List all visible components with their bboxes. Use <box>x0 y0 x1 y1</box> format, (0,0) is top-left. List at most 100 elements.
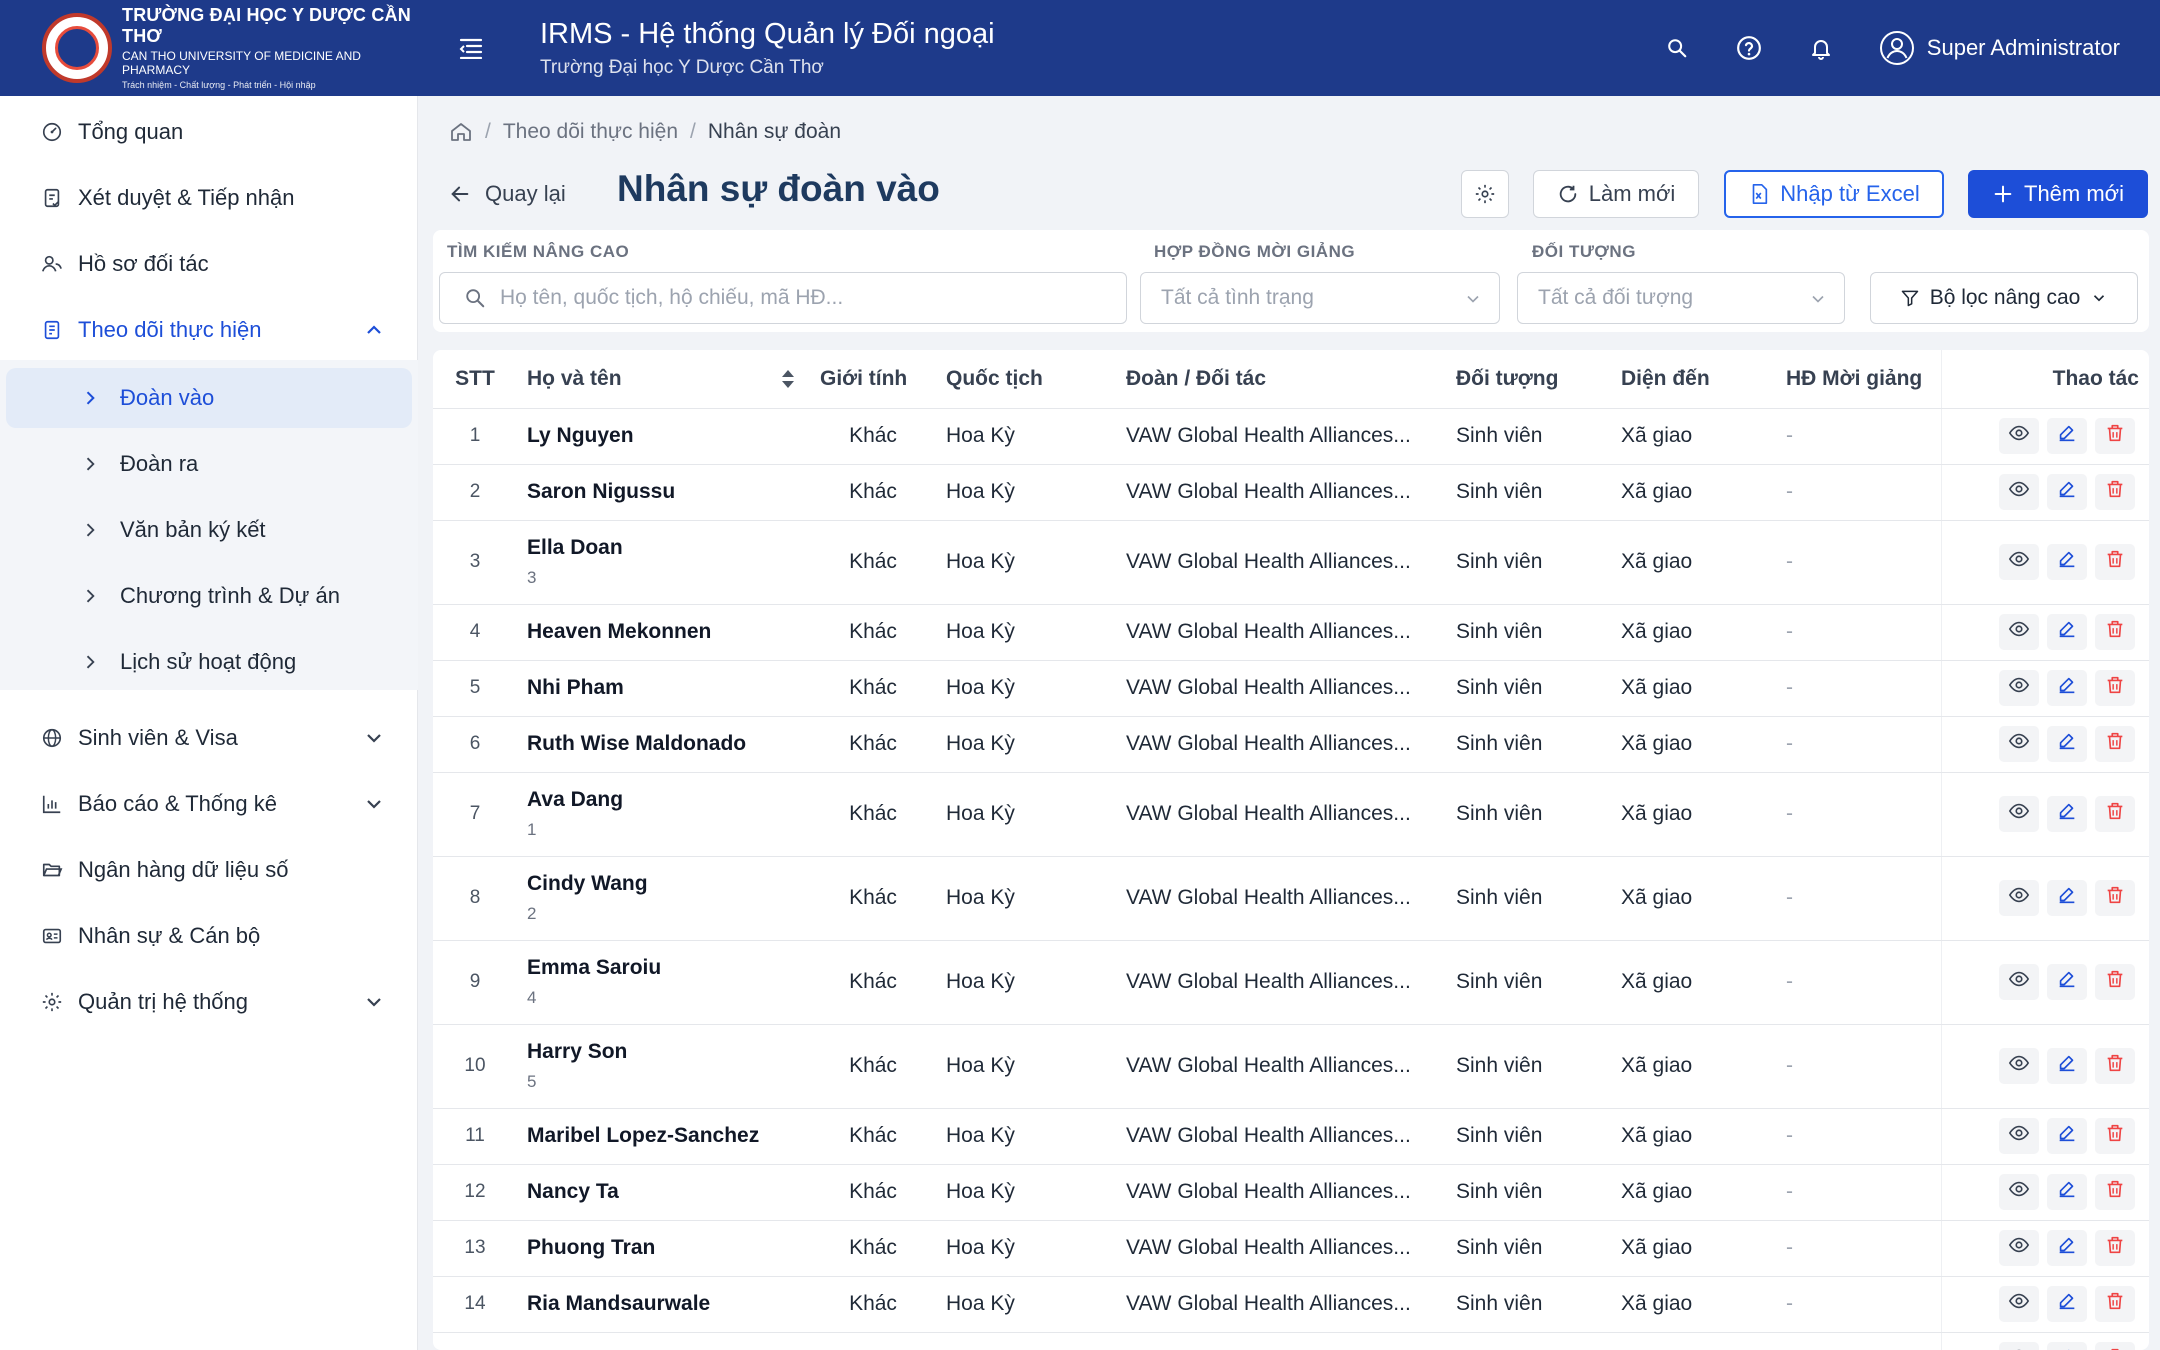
edit-button[interactable] <box>2047 474 2087 510</box>
sidebar-subitem-outgoing[interactable]: Đoàn ra <box>6 434 412 494</box>
table-row[interactable]: 4 Heaven Mekonnen Khác Hoa Kỳ VAW Global Hea… <box>433 604 2149 661</box>
import-excel-button[interactable]: Nhập từ Excel <box>1724 170 1944 218</box>
view-button[interactable] <box>1999 1230 2039 1266</box>
view-button[interactable] <box>1999 1286 2039 1322</box>
view-button[interactable] <box>1999 1174 2039 1210</box>
delete-button[interactable] <box>2095 1342 2135 1350</box>
cell-name[interactable]: Emma Saroiu 4 <box>517 940 810 1025</box>
sidebar-item-staff[interactable]: Nhân sự & Cán bộ <box>0 906 418 966</box>
column-settings-button[interactable] <box>1461 170 1509 218</box>
table-row[interactable]: 14 Ria Mandsaurwale Khác Hoa Kỳ VAW Global H… <box>433 1276 2149 1333</box>
cell-name[interactable]: Nancy Ta <box>517 1164 810 1221</box>
sidebar-item-overview[interactable]: Tổng quan <box>0 102 418 162</box>
delete-button[interactable] <box>2095 670 2135 706</box>
add-new-button[interactable]: Thêm mới <box>1968 170 2148 218</box>
view-button[interactable] <box>1999 1118 2039 1154</box>
edit-button[interactable] <box>2047 1174 2087 1210</box>
view-button[interactable] <box>1999 670 2039 706</box>
table-row[interactable]: 15Alexandria ThomasKhácHoa KỳVAW Global … <box>433 1332 2149 1350</box>
view-button[interactable] <box>1999 614 2039 650</box>
cell-name[interactable]: Harry Son 5 <box>517 1024 810 1109</box>
cell-name[interactable]: Saron Nigussu <box>517 464 810 521</box>
table-row[interactable]: 3 Ella Doan 3 Khác Hoa Kỳ VAW Global Health A… <box>433 520 2149 605</box>
edit-button[interactable] <box>2047 964 2087 1000</box>
advanced-filter-button[interactable]: Bộ lọc nâng cao <box>1870 272 2138 324</box>
table-row[interactable]: 2 Saron Nigussu Khác Hoa Kỳ VAW Global Healt… <box>433 464 2149 521</box>
view-button[interactable] <box>1999 1342 2039 1350</box>
home-icon[interactable] <box>449 120 473 144</box>
cell-name[interactable]: Ria Mandsaurwale <box>517 1276 810 1333</box>
table-row[interactable]: 13 Phuong Tran Khác Hoa Kỳ VAW Global Health… <box>433 1220 2149 1277</box>
university-logo-block[interactable]: TRƯỜNG ĐẠI HỌC Y DƯỢC CẦN THƠ CAN THO UN… <box>0 0 420 96</box>
delete-button[interactable] <box>2095 880 2135 916</box>
breadcrumb-tracking[interactable]: Theo dõi thực hiện <box>503 120 678 144</box>
view-button[interactable] <box>1999 964 2039 1000</box>
sidebar-item-tracking[interactable]: Theo dõi thực hiện <box>0 300 418 360</box>
delete-button[interactable] <box>2095 418 2135 454</box>
table-row[interactable]: 1 Ly Nguyen Khác Hoa Kỳ VAW Global Health Al… <box>433 408 2149 465</box>
contract-status-select[interactable]: Tất cả tình trạng <box>1140 272 1500 324</box>
view-button[interactable] <box>1999 418 2039 454</box>
view-button[interactable] <box>1999 796 2039 832</box>
delete-button[interactable] <box>2095 1286 2135 1322</box>
refresh-button[interactable]: Làm mới <box>1533 170 1699 218</box>
cell-name[interactable]: Phuong Tran <box>517 1220 810 1277</box>
sidebar-subitem-incoming[interactable]: Đoàn vào <box>6 368 412 428</box>
delete-button[interactable] <box>2095 1048 2135 1084</box>
sidebar-item-reports[interactable]: Báo cáo & Thống kê <box>0 774 418 834</box>
sidebar-item-partners[interactable]: Hồ sơ đối tác <box>0 234 418 294</box>
back-button[interactable]: Quay lại <box>449 174 566 214</box>
cell-name[interactable]: Ella Doan 3 <box>517 520 810 605</box>
sidebar-subitem-programs[interactable]: Chương trình & Dự án <box>6 566 412 626</box>
sidebar-item-admin[interactable]: Quản trị hệ thống <box>0 972 418 1032</box>
notifications-button[interactable] <box>1799 26 1843 70</box>
table-row[interactable]: 8 Cindy Wang 2 Khác Hoa Kỳ VAW Global Health … <box>433 856 2149 941</box>
delete-button[interactable] <box>2095 544 2135 580</box>
delete-button[interactable] <box>2095 1174 2135 1210</box>
cell-name[interactable]: Alexandria Thomas <box>517 1332 810 1350</box>
sidebar-item-review[interactable]: Xét duyệt & Tiếp nhận <box>0 168 418 228</box>
col-header-name[interactable]: Họ và tên <box>517 350 810 409</box>
cell-name[interactable]: Cindy Wang 2 <box>517 856 810 941</box>
delete-button[interactable] <box>2095 474 2135 510</box>
search-input[interactable]: Họ tên, quốc tịch, hộ chiếu, mã HĐ... <box>439 272 1127 324</box>
cell-name[interactable]: Nhi Pham <box>517 660 810 717</box>
delete-button[interactable] <box>2095 1230 2135 1266</box>
cell-name[interactable]: Ava Dang 1 <box>517 772 810 857</box>
cell-name[interactable]: Heaven Mekonnen <box>517 604 810 661</box>
table-row[interactable]: 10 Harry Son 5 Khác Hoa Kỳ VAW Global Health … <box>433 1024 2149 1109</box>
view-button[interactable] <box>1999 880 2039 916</box>
edit-button[interactable] <box>2047 726 2087 762</box>
view-button[interactable] <box>1999 1048 2039 1084</box>
delete-button[interactable] <box>2095 1118 2135 1154</box>
view-button[interactable] <box>1999 726 2039 762</box>
sidebar-subitem-agreements[interactable]: Văn bản ký kết <box>6 500 412 560</box>
edit-button[interactable] <box>2047 1230 2087 1266</box>
cell-name[interactable]: Ruth Wise Maldonado <box>517 716 810 773</box>
edit-button[interactable] <box>2047 796 2087 832</box>
view-button[interactable] <box>1999 474 2039 510</box>
table-row[interactable]: 7 Ava Dang 1 Khác Hoa Kỳ VAW Global Health Al… <box>433 772 2149 857</box>
table-row[interactable]: 5 Nhi Pham Khác Hoa Kỳ VAW Global Health All… <box>433 660 2149 717</box>
delete-button[interactable] <box>2095 614 2135 650</box>
help-button[interactable] <box>1727 26 1771 70</box>
edit-button[interactable] <box>2047 1118 2087 1154</box>
table-row[interactable]: 6 Ruth Wise Maldonado Khác Hoa Kỳ VAW Global… <box>433 716 2149 773</box>
edit-button[interactable] <box>2047 1342 2087 1350</box>
view-button[interactable] <box>1999 544 2039 580</box>
edit-button[interactable] <box>2047 418 2087 454</box>
delete-button[interactable] <box>2095 726 2135 762</box>
target-select[interactable]: Tất cả đối tượng <box>1517 272 1845 324</box>
edit-button[interactable] <box>2047 1286 2087 1322</box>
sort-icon[interactable] <box>780 368 796 390</box>
table-row[interactable]: 11 Maribel Lopez-Sanchez Khác Hoa Kỳ VAW Glo… <box>433 1108 2149 1165</box>
edit-button[interactable] <box>2047 544 2087 580</box>
delete-button[interactable] <box>2095 796 2135 832</box>
edit-button[interactable] <box>2047 670 2087 706</box>
edit-button[interactable] <box>2047 1048 2087 1084</box>
table-row[interactable]: 12 Nancy Ta Khác Hoa Kỳ VAW Global Health Al… <box>433 1164 2149 1221</box>
cell-name[interactable]: Ly Nguyen <box>517 408 810 465</box>
sidebar-subitem-history[interactable]: Lịch sử hoạt động <box>6 632 412 692</box>
menu-toggle-button[interactable] <box>450 27 492 69</box>
search-button[interactable] <box>1655 26 1699 70</box>
